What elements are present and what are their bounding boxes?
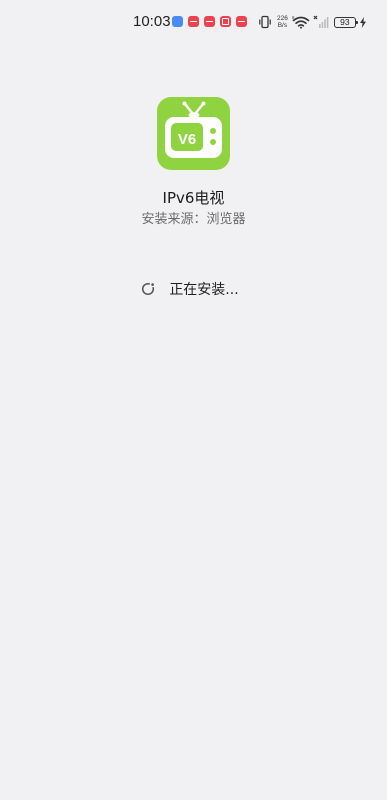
network-speed-value: 226 [277,15,288,22]
vibrate-icon [259,15,271,29]
app-name: IPv6电视 [162,189,225,207]
video-app-icon [188,16,199,27]
network-speed: 226 B/s [277,15,288,29]
loading-spinner-icon [142,282,155,296]
app-icon: V6 [157,97,230,170]
app-notification-icon [172,16,183,27]
app-icon-label: V6 [178,131,196,148]
status-bar: 10:03 226 B/s 6 93 [0,0,387,44]
video-app-icon [236,16,247,27]
network-speed-unit: B/s [277,22,288,29]
system-icons: 226 B/s 6 93 [258,12,367,32]
battery-indicator: 93 [333,16,358,28]
notification-icons [172,16,247,27]
install-source: 安装来源：浏览器 [141,212,246,227]
install-screen: 10:03 226 B/s 6 93 V6 IPv6电视 安装来源：浏览器 正在… [0,0,387,800]
box-app-icon [220,16,231,27]
video-app-icon [204,16,215,27]
install-status-text: 正在安装... [169,282,239,298]
cellular-signal-icon [313,15,329,28]
wifi-6-icon: 6 [292,15,310,29]
status-time: 10:03 [133,13,171,30]
install-progress: 正在安装... [0,279,387,299]
charging-bolt-icon [359,16,366,28]
